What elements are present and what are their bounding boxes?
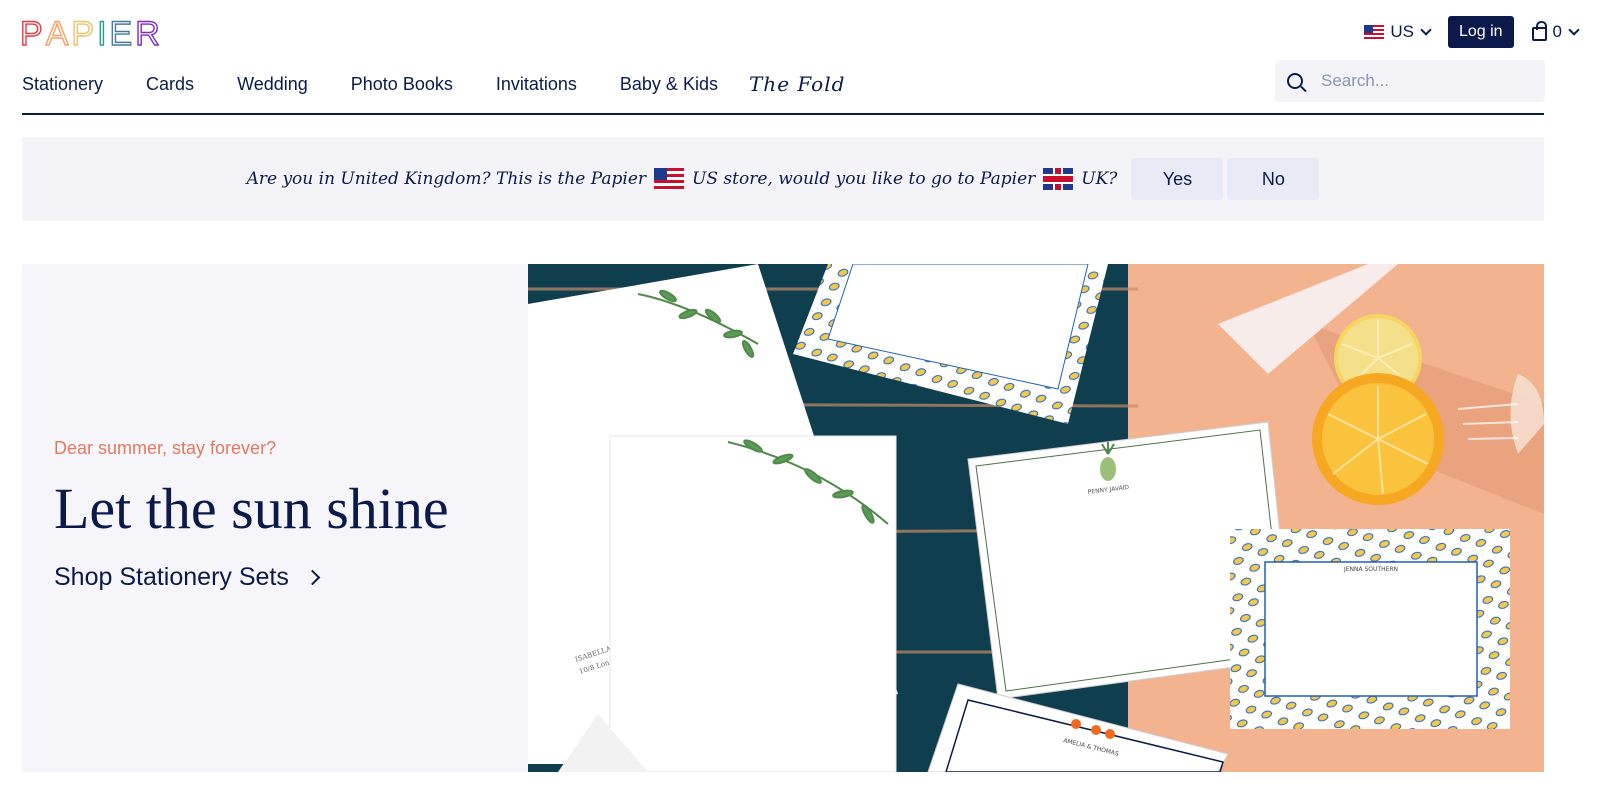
logo-letter: R	[135, 14, 163, 53]
store-switch-banner: Are you in United Kingdom? This is the P…	[22, 137, 1544, 221]
shop-stationery-sets-link[interactable]: Shop Stationery Sets	[54, 563, 449, 592]
search-box[interactable]	[1275, 60, 1545, 102]
search-input[interactable]	[1321, 71, 1531, 91]
nav-item-stationery[interactable]: Stationery	[22, 74, 103, 95]
chevron-down-icon	[1568, 24, 1580, 36]
region-selector[interactable]: US	[1364, 22, 1432, 42]
cart-button[interactable]: 0	[1531, 21, 1580, 42]
nav-item-wedding[interactable]: Wedding	[237, 74, 308, 95]
search-icon	[1287, 73, 1303, 89]
hero-copy: Dear summer, stay forever? Let the sun s…	[54, 438, 449, 592]
logo-letter: P	[19, 14, 46, 53]
chevron-right-icon	[304, 569, 321, 586]
shopping-bag-icon	[1531, 21, 1547, 41]
main-nav: Stationery Cards Wedding Photo Books Inv…	[22, 66, 845, 102]
logo-letter: I	[96, 14, 110, 53]
logo-letter: P	[71, 14, 98, 53]
papier-logo[interactable]: PAPIER	[19, 14, 163, 54]
site-header: PAPIER US Log in 0 Stationery Cards Wedd…	[0, 0, 1600, 118]
nav-item-invitations[interactable]: Invitations	[496, 74, 577, 95]
header-divider	[22, 113, 1544, 115]
cta-label: Shop Stationery Sets	[54, 563, 289, 591]
utility-bar: US Log in 0	[1364, 16, 1580, 48]
card-name-jenna: JENNA SOUTHERN	[1343, 566, 1398, 573]
store-switch-message: Are you in United Kingdom? This is the P…	[246, 168, 1118, 190]
nav-item-cards[interactable]: Cards	[146, 74, 194, 95]
hero-headline: Let the sun shine	[54, 476, 449, 541]
nav-item-photo-books[interactable]: Photo Books	[351, 74, 453, 95]
login-button[interactable]: Log in	[1447, 16, 1514, 48]
region-label: US	[1390, 22, 1414, 41]
nav-item-baby-kids[interactable]: Baby & Kids	[620, 74, 718, 95]
us-flag-icon	[1364, 25, 1385, 39]
us-flag-icon	[654, 168, 685, 190]
logo-letter: A	[45, 14, 72, 53]
hero-image[interactable]: ISABELLA 10/8 Lon PENNY JAVAID JENNA SOU…	[528, 264, 1544, 772]
logo-letter: E	[109, 14, 136, 53]
banner-text-part2: US store, would you like to go to Papier	[692, 169, 1036, 189]
no-button[interactable]: No	[1227, 158, 1320, 200]
hero-banner: Dear summer, stay forever? Let the sun s…	[22, 264, 1544, 772]
banner-text-part1: Are you in United Kingdom? This is the P…	[246, 169, 647, 189]
banner-text-part3: UK?	[1081, 169, 1118, 189]
nav-item-the-fold[interactable]: The Fold	[749, 72, 845, 96]
hero-eyebrow: Dear summer, stay forever?	[54, 438, 277, 458]
cart-count: 0	[1552, 22, 1562, 41]
yes-button[interactable]: Yes	[1131, 158, 1224, 200]
chevron-down-icon	[1420, 24, 1432, 36]
uk-flag-icon	[1043, 168, 1074, 190]
